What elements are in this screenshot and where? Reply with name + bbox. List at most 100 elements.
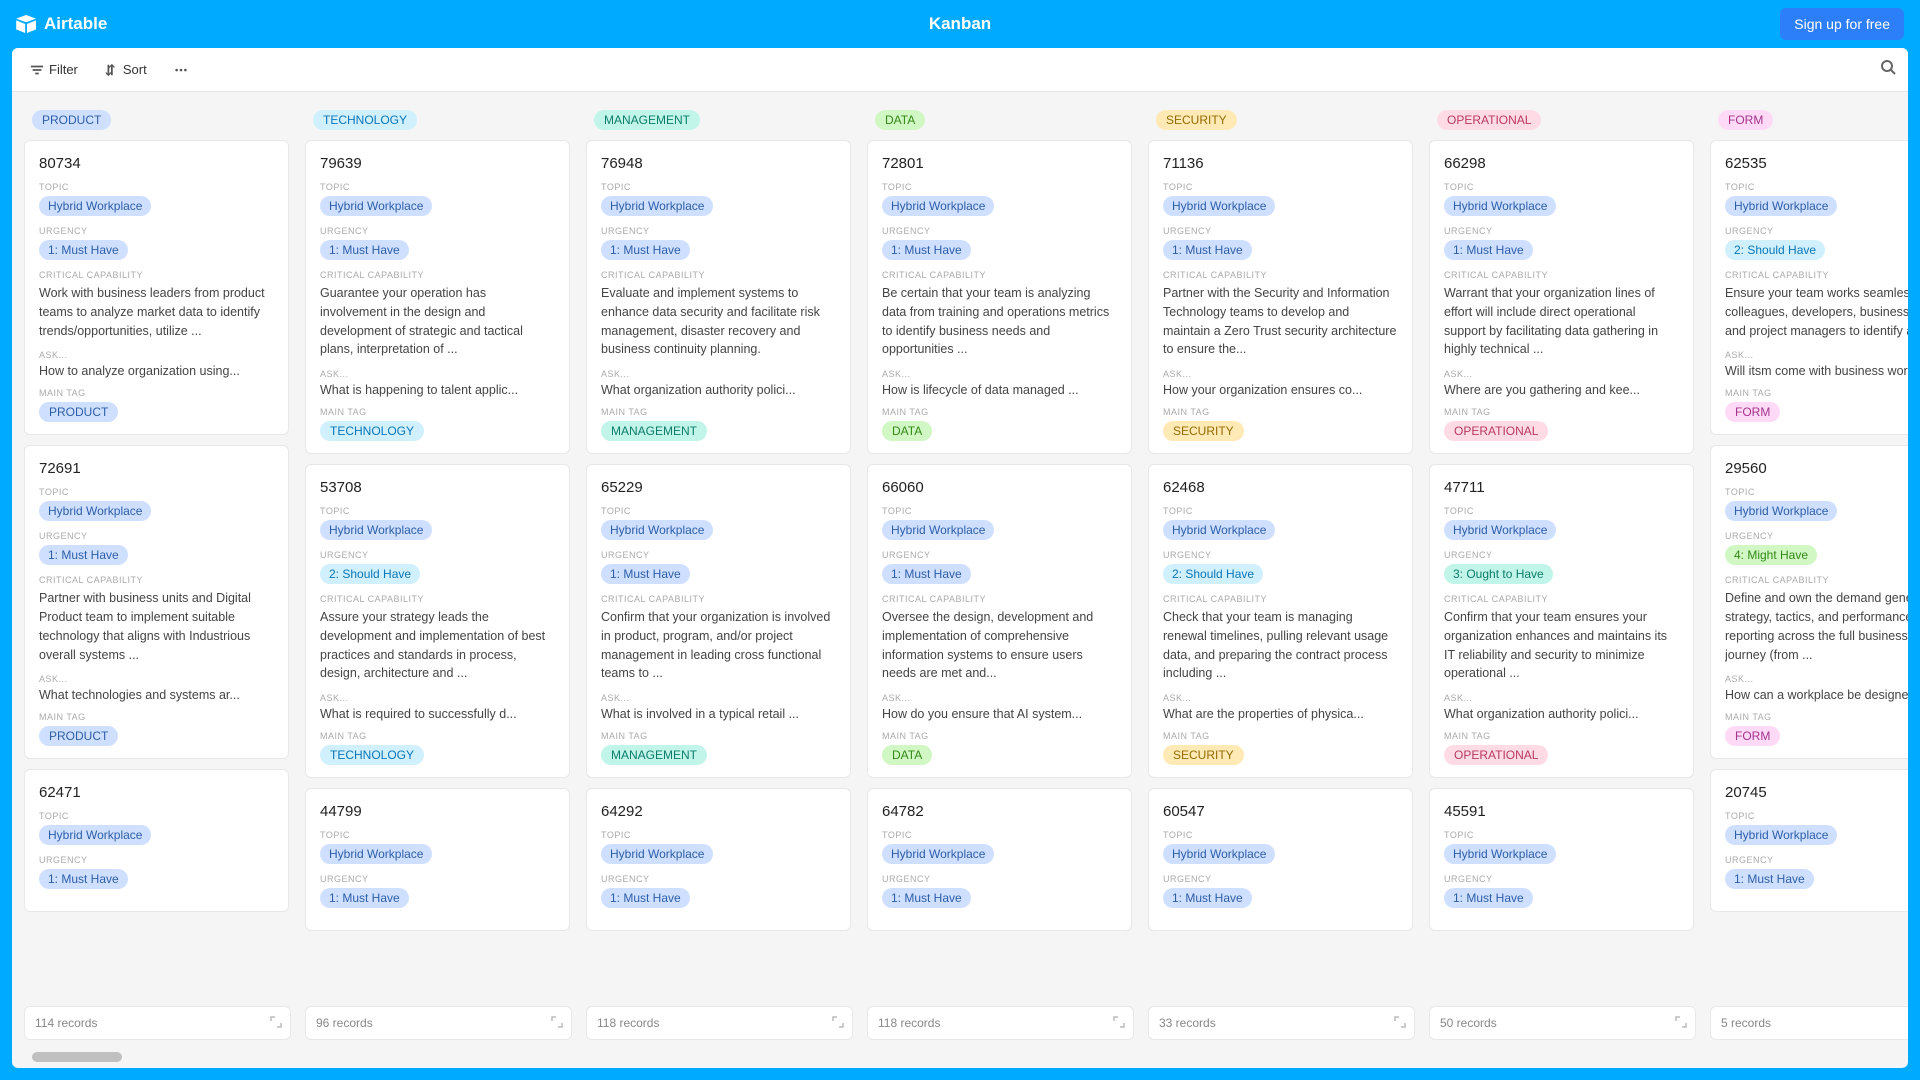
search-button[interactable] (1880, 59, 1896, 80)
card[interactable]: 80734TOPICHybrid WorkplaceURGENCY1: Must… (24, 140, 289, 435)
ask-label: ASK... (882, 369, 1117, 379)
critical-label: CRITICAL CAPABILITY (601, 594, 836, 604)
brand-text: Airtable (44, 14, 107, 34)
column-footer: 118 records (867, 1006, 1134, 1040)
card-list[interactable]: 80734TOPICHybrid WorkplaceURGENCY1: Must… (24, 140, 291, 1006)
column-header-tag[interactable]: PRODUCT (32, 110, 111, 130)
topic-pill: Hybrid Workplace (1163, 844, 1275, 864)
expand-icon[interactable] (832, 1016, 844, 1031)
maintag-label: MAIN TAG (1725, 388, 1908, 398)
expand-icon[interactable] (270, 1016, 282, 1031)
card-list[interactable]: 76948 TOPIC Hybrid Workplace URGENCY 1: Must… (586, 140, 853, 1006)
top-bar: Airtable Kanban Sign up for free (0, 0, 1920, 48)
card-id: 47711 (1444, 479, 1679, 496)
urgency-label: URGENCY (601, 550, 836, 560)
card[interactable]: 53708TOPICHybrid WorkplaceURGENCY2: Shou… (305, 464, 570, 778)
card-description: Ensure your team works seamlessly with c… (1725, 284, 1908, 340)
column-header-tag[interactable]: OPERATIONAL (1437, 110, 1541, 130)
column-footer: 50 records (1429, 1006, 1696, 1040)
card[interactable]: 44799TOPICHybrid WorkplaceURGENCY1: Must… (305, 788, 570, 931)
column-security: SECURITY 71136TOPICHybrid WorkplaceURGENC… (1148, 106, 1415, 1040)
sort-button[interactable]: Sort (98, 58, 153, 81)
expand-icon[interactable] (1113, 1016, 1125, 1031)
column-header-tag[interactable]: DATA (875, 110, 925, 130)
card-list[interactable]: 72801TOPICHybrid WorkplaceURGENCY1: Must… (867, 140, 1134, 1006)
kanban-board[interactable]: PRODUCT 80734TOPICHybrid WorkplaceURGENCY… (12, 92, 1908, 1048)
card-list[interactable]: 62535TOPICHybrid WorkplaceURGENCY2: Shou… (1710, 140, 1908, 1006)
card[interactable]: 64292TOPICHybrid WorkplaceURGENCY1: Must… (586, 788, 851, 931)
card-list[interactable]: 66298TOPICHybrid WorkplaceURGENCY1: Must… (1429, 140, 1696, 1006)
card[interactable]: 29560TOPICHybrid WorkplaceURGENCY4: Migh… (1710, 445, 1908, 759)
card-ask: How your organization ensures co... (1163, 383, 1398, 397)
card[interactable]: 64782TOPICHybrid WorkplaceURGENCY1: Must… (867, 788, 1132, 931)
card[interactable]: 72801TOPICHybrid WorkplaceURGENCY1: Must… (867, 140, 1132, 454)
card-description: Evaluate and implement systems to enhanc… (601, 284, 836, 359)
brand-logo[interactable]: Airtable (16, 14, 107, 34)
app-frame: Filter Sort PRODUCT 80734TOPICHybrid Work… (12, 48, 1908, 1068)
expand-icon[interactable] (1394, 1016, 1406, 1031)
card[interactable]: 79639TOPICHybrid WorkplaceURGENCY1: Must… (305, 140, 570, 454)
topic-pill: Hybrid Workplace (1725, 825, 1837, 845)
urgency-pill: 1: Must Have (882, 564, 971, 584)
urgency-label: URGENCY (1444, 550, 1679, 560)
card[interactable]: 71136TOPICHybrid WorkplaceURGENCY1: Must… (1148, 140, 1413, 454)
topic-pill: Hybrid Workplace (882, 844, 994, 864)
card-description: Check that your team is managing renewal… (1163, 608, 1398, 683)
column-header-tag[interactable]: FORM (1718, 110, 1773, 130)
horizontal-scrollbar[interactable] (32, 1052, 122, 1062)
ask-label: ASK... (1163, 693, 1398, 703)
card[interactable]: 66298TOPICHybrid WorkplaceURGENCY1: Must… (1429, 140, 1694, 454)
card[interactable]: 47711TOPICHybrid WorkplaceURGENCY3: Ough… (1429, 464, 1694, 778)
topic-label: TOPIC (601, 830, 836, 840)
card[interactable]: 62535TOPICHybrid WorkplaceURGENCY2: Shou… (1710, 140, 1908, 435)
card[interactable]: 45591TOPICHybrid WorkplaceURGENCY1: Must… (1429, 788, 1694, 931)
card[interactable]: 72691TOPICHybrid WorkplaceURGENCY1: Must… (24, 445, 289, 759)
column-product: PRODUCT 80734TOPICHybrid WorkplaceURGENCY… (24, 106, 291, 1040)
card-list[interactable]: 71136TOPICHybrid WorkplaceURGENCY1: Must… (1148, 140, 1415, 1006)
urgency-pill: 1: Must Have (601, 240, 690, 260)
card[interactable]: 66060TOPICHybrid WorkplaceURGENCY1: Must… (867, 464, 1132, 778)
column-header-tag[interactable]: TECHNOLOGY (313, 110, 417, 130)
card[interactable]: 76948TOPICHybrid WorkplaceURGENCY1: Must… (586, 140, 851, 454)
card[interactable]: 62468TOPICHybrid WorkplaceURGENCY2: Shou… (1148, 464, 1413, 778)
urgency-pill: 1: Must Have (39, 869, 128, 889)
urgency-pill: 1: Must Have (1163, 240, 1252, 260)
expand-icon[interactable] (1675, 1016, 1687, 1031)
signup-button[interactable]: Sign up for free (1780, 8, 1904, 40)
card[interactable]: 20745TOPICHybrid WorkplaceURGENCY1: Must… (1710, 769, 1908, 912)
urgency-pill: 1: Must Have (320, 240, 409, 260)
card-list[interactable]: 79639TOPICHybrid WorkplaceURGENCY1: Must… (305, 140, 572, 1006)
ask-label: ASK... (1725, 674, 1908, 684)
topic-label: TOPIC (1444, 830, 1679, 840)
maintag-pill: MANAGEMENT (601, 745, 707, 765)
topic-label: TOPIC (1444, 506, 1679, 516)
topic-label: TOPIC (1444, 182, 1679, 192)
column-header-tag[interactable]: SECURITY (1156, 110, 1237, 130)
topic-label: TOPIC (1725, 182, 1908, 192)
record-count: 33 records (1159, 1016, 1216, 1030)
urgency-label: URGENCY (320, 874, 555, 884)
topic-label: TOPIC (882, 506, 1117, 516)
urgency-pill: 1: Must Have (39, 240, 128, 260)
column-footer: 114 records (24, 1006, 291, 1040)
card[interactable]: 60547TOPICHybrid WorkplaceURGENCY1: Must… (1148, 788, 1413, 931)
topic-pill: Hybrid Workplace (1444, 196, 1556, 216)
filter-button[interactable]: Filter (24, 58, 84, 81)
page-title: Kanban (929, 14, 991, 34)
topic-pill: Hybrid Workplace (1163, 196, 1275, 216)
card[interactable]: 65229TOPICHybrid WorkplaceURGENCY1: Must… (586, 464, 851, 778)
maintag-label: MAIN TAG (39, 388, 274, 398)
ask-label: ASK... (601, 693, 836, 703)
more-button[interactable] (167, 59, 195, 81)
expand-icon[interactable] (551, 1016, 563, 1031)
card-id: 76948 (601, 155, 836, 172)
topic-label: TOPIC (320, 506, 555, 516)
ask-label: ASK... (320, 693, 555, 703)
urgency-label: URGENCY (1444, 874, 1679, 884)
record-count: 50 records (1440, 1016, 1497, 1030)
topic-pill: Hybrid Workplace (601, 520, 713, 540)
column-management: MANAGEMENT 76948 TOPIC Hybrid Workplace URGE… (586, 106, 853, 1040)
column-header-tag[interactable]: MANAGEMENT (594, 110, 700, 130)
card[interactable]: 62471TOPICHybrid WorkplaceURGENCY1: Must… (24, 769, 289, 912)
critical-label: CRITICAL CAPABILITY (1444, 270, 1679, 280)
